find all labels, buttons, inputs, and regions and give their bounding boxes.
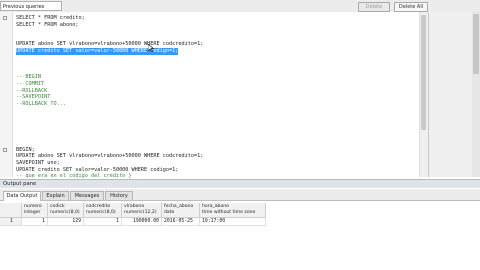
code-line[interactable]: --SAVEPOINT	[16, 94, 203, 101]
column-name: fecha_abono	[164, 204, 194, 209]
output-tabs: Data Output Explain Messages History	[0, 189, 480, 201]
code-line[interactable]: SELECT * FROM credito;	[16, 15, 203, 22]
tab-messages[interactable]: Messages	[70, 191, 104, 200]
column-header[interactable]: codcredito numeric(8,0)	[84, 203, 122, 218]
previous-queries-select[interactable]: Previous queries	[0, 1, 62, 11]
table-cell[interactable]: 190000.00	[122, 218, 162, 226]
history-scroll-thumb[interactable]	[473, 14, 479, 74]
editor-gutter	[0, 12, 13, 177]
code-line[interactable]: BEGIN;	[16, 147, 203, 154]
column-name: numero	[24, 204, 42, 209]
code-line[interactable]: SELECT * FROM abono;	[16, 22, 203, 29]
code-line[interactable]: --ROLLBACK	[16, 88, 203, 95]
code-line[interactable]	[16, 134, 203, 141]
column-type: numeric(12,2)	[124, 209, 157, 215]
column-header[interactable]: numero integer	[22, 203, 48, 218]
code-line[interactable]	[16, 61, 203, 68]
table-cell[interactable]: 1	[84, 218, 122, 226]
row-number[interactable]: 1	[0, 218, 22, 226]
tab-history[interactable]: History	[105, 191, 133, 200]
column-type: numeric(8,0)	[86, 209, 116, 215]
code-line[interactable]: -- COMMIT	[16, 81, 203, 88]
table-cell[interactable]: 1	[22, 218, 48, 226]
code-line[interactable]	[16, 114, 203, 121]
column-header[interactable]: vlrabono numeric(12,2)	[122, 203, 162, 218]
table-cell[interactable]: 129	[48, 218, 84, 226]
tab-explain[interactable]: Explain	[42, 191, 69, 200]
code-line[interactable]: --ROLLBACK TO...	[16, 101, 203, 108]
code-line[interactable]	[16, 140, 203, 147]
column-type: numeric(8,0)	[50, 209, 80, 215]
table-cell[interactable]: 19:17:00	[200, 218, 266, 226]
code-line[interactable]	[16, 68, 203, 75]
row-number-header	[0, 203, 22, 218]
delete-all-button[interactable]: Delete All	[394, 2, 428, 12]
fold-marker-icon[interactable]	[3, 148, 7, 152]
column-type: time without time zone	[202, 209, 256, 215]
column-type: date	[164, 209, 175, 215]
code-line[interactable]	[16, 107, 203, 114]
column-header[interactable]: hora_abono time without time zone	[200, 203, 266, 218]
code-line[interactable]: -- BEGIN	[16, 74, 203, 81]
fold-marker-icon[interactable]	[3, 16, 7, 20]
table-cell[interactable]: 2016-05-25	[162, 218, 200, 226]
column-type: integer	[24, 209, 41, 215]
code-line[interactable]: UPDATE credito SET valor=valor-50000 WHE…	[16, 47, 179, 55]
editor-scroll-thumb[interactable]	[421, 15, 426, 130]
code-line[interactable]	[16, 28, 203, 35]
column-header[interactable]: codick numeric(8,0)	[48, 203, 84, 218]
delete-button[interactable]: Delete	[358, 2, 390, 12]
code-line[interactable]	[16, 55, 203, 62]
output-pane-title: Output pane	[0, 179, 480, 188]
code-line[interactable]: UPDATE abono SET vlrabono=vlrabono+50000…	[16, 153, 203, 160]
mouse-cursor-icon	[148, 44, 154, 52]
code-line[interactable]	[16, 121, 203, 128]
code-line[interactable]: UPDATE credito SET valor=valor-50000 WHE…	[16, 167, 203, 174]
code-line[interactable]: SAVEPOINT uno;	[16, 160, 203, 167]
code-line[interactable]	[16, 127, 203, 134]
sql-editor[interactable]: SELECT * FROM credito; SELECT * FROM abon…	[0, 12, 428, 180]
code-line[interactable]	[16, 35, 203, 42]
code-line[interactable]: UPDATE abono SET vlrabono=vlrabono+50000…	[16, 41, 203, 48]
tab-data-output[interactable]: Data Output	[3, 191, 41, 201]
sql-code[interactable]: SELECT * FROM credito; SELECT * FROM abon…	[16, 15, 203, 180]
column-header[interactable]: fecha_abono date	[162, 203, 200, 218]
